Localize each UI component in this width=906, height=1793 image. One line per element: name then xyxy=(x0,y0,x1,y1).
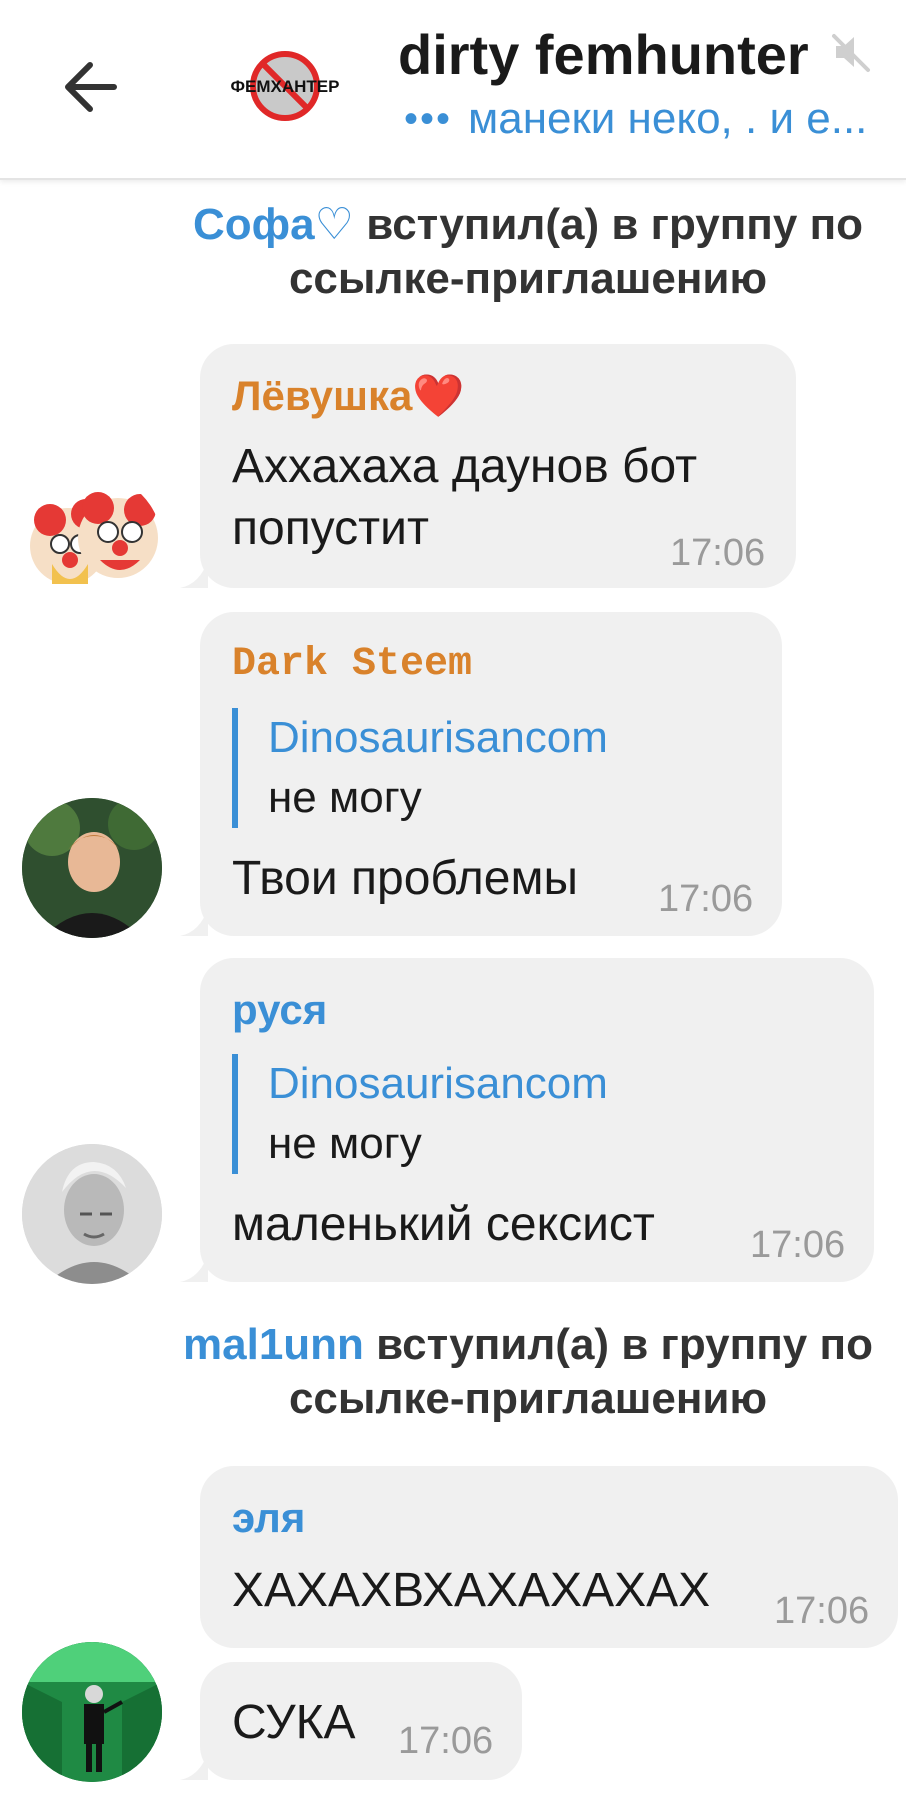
message-time: 17:06 xyxy=(670,532,766,574)
sender-name[interactable]: руся xyxy=(232,986,327,1034)
joined-user-link[interactable]: Софа♡ xyxy=(193,200,354,249)
group-avatar[interactable]: ФЕМХАНТЕР xyxy=(222,48,348,124)
message-bubble[interactable]: эля ХАХАХВХАХАХАХАХ 17:06 xyxy=(200,1466,898,1648)
service-message: Софа♡ вступил(а) в группу по ссылке-приг… xyxy=(150,198,906,306)
avatar-rusya[interactable] xyxy=(22,1144,162,1284)
message-bubble[interactable]: Лёвушка❤️ Аххахаха даунов бот попустит 1… xyxy=(180,344,796,588)
typing-users: манеки неко, . и е... xyxy=(468,94,868,143)
bubble-tail xyxy=(180,560,208,588)
sender-name[interactable]: эля xyxy=(232,1494,305,1542)
message-text: Твои проблемы xyxy=(232,852,578,905)
bubble-tail xyxy=(180,908,208,936)
message-bubble[interactable]: руся Dinosaurisancom не могу маленький с… xyxy=(180,958,874,1282)
message-bubble[interactable]: Dark Steem Dinosaurisancom не могу Твои … xyxy=(180,612,782,936)
service-text: вступил(а) в группу по ссылке-приглашени… xyxy=(288,1320,873,1423)
message-text: маленький сексист xyxy=(232,1198,655,1251)
chat-title: dirty femhunter xyxy=(398,23,809,86)
reply-quote[interactable]: Dinosaurisancom не могу xyxy=(232,708,608,828)
avatar-dark-steem[interactable] xyxy=(22,798,162,938)
joined-user-link[interactable]: mal1unn xyxy=(183,1320,364,1369)
reply-text: не могу xyxy=(268,773,422,822)
svg-text:ФЕМХАНТЕР: ФЕМХАНТЕР xyxy=(231,77,340,96)
service-text: вступил(а) в группу по ссылке-приглашени… xyxy=(288,200,864,303)
avatar-elya[interactable] xyxy=(22,1642,162,1782)
reply-author: Dinosaurisancom xyxy=(268,1059,608,1108)
arrow-left-icon xyxy=(65,62,117,112)
message-text: СУКА xyxy=(232,1696,356,1749)
message-time: 17:06 xyxy=(398,1720,494,1762)
message-text-line1: Аххахаха даунов бот xyxy=(232,440,698,493)
reply-author: Dinosaurisancom xyxy=(268,713,608,762)
bubble-tail xyxy=(180,1254,208,1282)
message-text: ХАХАХВХАХАХАХАХ xyxy=(232,1564,711,1617)
back-button[interactable] xyxy=(56,52,126,122)
message-time: 17:06 xyxy=(774,1590,870,1632)
message-text-line2: попустит xyxy=(232,502,429,555)
message-bubble[interactable]: СУКА 17:06 xyxy=(180,1662,522,1780)
reply-text: не могу xyxy=(268,1119,422,1168)
chat-header: ФЕМХАНТЕР dirty femhunter ••• манеки неко… xyxy=(0,0,906,180)
message-time: 17:06 xyxy=(658,878,754,920)
bubble-tail xyxy=(180,1752,208,1780)
reply-quote[interactable]: Dinosaurisancom не могу xyxy=(232,1054,608,1174)
muted-speaker-icon xyxy=(830,30,874,74)
service-message: mal1unn вступил(а) в группу по ссылке-пр… xyxy=(150,1318,906,1426)
message-time: 17:06 xyxy=(750,1224,846,1266)
typing-dots-icon: ••• xyxy=(404,96,453,141)
sender-name[interactable]: Dark Steem xyxy=(232,642,472,687)
avatar-levushka[interactable] xyxy=(22,474,162,614)
typing-status: ••• манеки неко, . и е... xyxy=(404,94,906,154)
sender-name[interactable]: Лёвушка❤️ xyxy=(232,372,465,421)
